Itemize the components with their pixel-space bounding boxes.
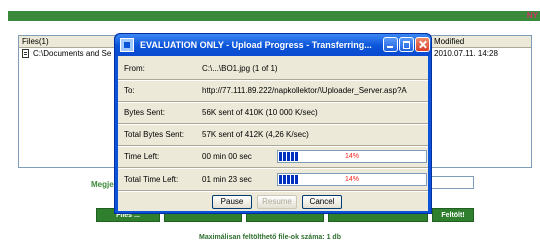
resume-button[interactable]: Resume xyxy=(257,195,297,209)
form-input[interactable] xyxy=(430,176,474,189)
bytes-sent-label: Bytes Sent: xyxy=(124,108,165,117)
file-name: C:\Documents and Se xyxy=(33,49,112,58)
to-label: To: xyxy=(124,86,135,95)
site-header-bar: NY xyxy=(8,11,540,21)
divider xyxy=(118,191,428,192)
file-icon xyxy=(22,49,29,58)
max-files-text: Maximálisan feltölthető file-ok száma: 1… xyxy=(199,234,341,241)
bytes-sent-value: 56K sent of 410K (10 000 K/sec) xyxy=(202,108,318,117)
maximize-icon[interactable] xyxy=(399,37,414,52)
dialog-title-bar[interactable]: EVALUATION ONLY - Upload Progress - Tran… xyxy=(115,34,431,56)
total-bytes-sent-label: Total Bytes Sent: xyxy=(124,130,185,139)
time-left-percent: 14% xyxy=(344,153,359,160)
time-left-label: Time Left: xyxy=(124,152,160,161)
divider xyxy=(118,146,428,147)
dialog-body: From: C:\...\BO1.jpg (1 of 1) To: http:/… xyxy=(118,56,428,211)
upload-progress-dialog: EVALUATION ONLY - Upload Progress - Tran… xyxy=(114,33,432,214)
dialog-title: EVALUATION ONLY - Upload Progress - Tran… xyxy=(140,40,372,50)
time-left-value: 00 min 00 sec xyxy=(202,152,252,161)
from-label: From: xyxy=(124,64,145,73)
divider xyxy=(118,124,428,125)
total-time-left-label: Total Time Left: xyxy=(124,175,179,184)
files-column-header[interactable]: Files(1) xyxy=(22,36,49,47)
file-modified: 2010.07.11. 14:28 xyxy=(434,49,498,58)
pause-button[interactable]: Pause xyxy=(212,195,252,209)
upload-button[interactable]: Feltölt! xyxy=(432,208,474,222)
app-icon xyxy=(120,38,134,52)
divider xyxy=(118,168,428,169)
time-left-progress-bar: 14% xyxy=(277,150,427,163)
close-icon[interactable] xyxy=(415,37,430,52)
total-time-progress-bar: 14% xyxy=(277,173,427,186)
minimize-icon[interactable] xyxy=(383,37,398,52)
total-time-percent: 14% xyxy=(344,176,359,183)
total-bytes-sent-value: 57K sent of 412K (4,26 K/sec) xyxy=(202,130,309,139)
from-value: C:\...\BO1.jpg (1 of 1) xyxy=(202,64,278,73)
header-corner-text: NY xyxy=(526,11,538,20)
divider xyxy=(118,80,428,81)
divider xyxy=(118,102,428,103)
cancel-button[interactable]: Cancel xyxy=(302,195,342,209)
to-value: http://77.111.89.222/napkollektor/\Uploa… xyxy=(202,86,407,95)
total-time-left-value: 01 min 23 sec xyxy=(202,175,252,184)
modified-column-header[interactable]: Modified xyxy=(434,36,464,47)
